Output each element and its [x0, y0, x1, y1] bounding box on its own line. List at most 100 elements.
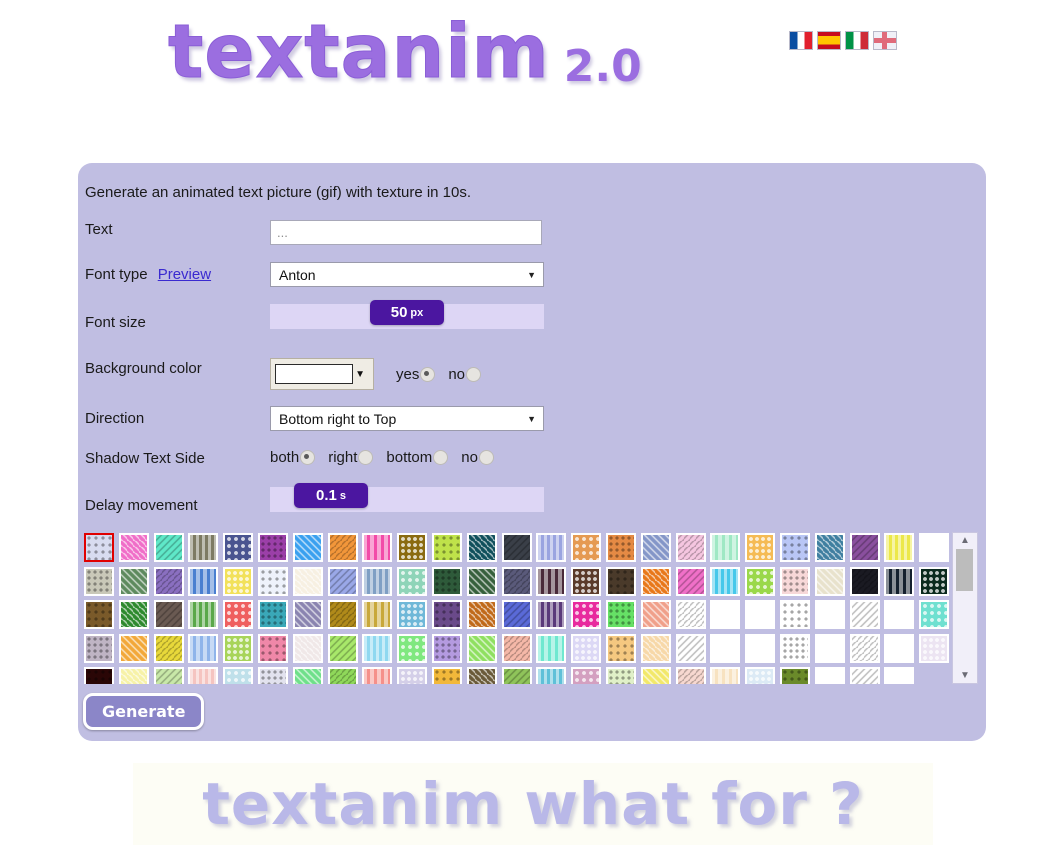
texture-swatch[interactable]	[640, 566, 671, 596]
radio-no-icon[interactable]	[478, 450, 494, 465]
texture-swatch[interactable]	[849, 667, 880, 684]
texture-swatch[interactable]	[118, 633, 149, 663]
texture-swatch[interactable]	[745, 533, 776, 562]
texture-swatch[interactable]	[466, 566, 497, 596]
texture-swatch[interactable]	[257, 633, 288, 663]
texture-swatch[interactable]	[849, 600, 880, 629]
radio-yes-icon[interactable]	[420, 366, 436, 382]
texture-swatch[interactable]	[919, 566, 950, 596]
texture-swatch[interactable]	[257, 533, 288, 562]
texture-swatch[interactable]	[188, 533, 219, 562]
texture-swatch[interactable]	[779, 533, 810, 562]
texture-swatch[interactable]	[118, 600, 149, 629]
texture-swatch[interactable]	[640, 533, 671, 562]
scrollbar-thumb[interactable]	[956, 549, 973, 591]
texture-swatch[interactable]	[501, 533, 532, 562]
texture-swatch[interactable]	[884, 533, 915, 562]
texture-swatch[interactable]	[362, 566, 393, 596]
texture-swatch[interactable]	[327, 533, 358, 562]
texture-swatch[interactable]	[501, 667, 532, 684]
texture-swatch[interactable]	[84, 566, 114, 596]
texture-swatch[interactable]	[292, 600, 323, 629]
texture-swatch[interactable]	[327, 600, 358, 629]
background-color-option-yes[interactable]: yes	[396, 366, 436, 383]
texture-swatch[interactable]	[884, 667, 915, 684]
texture-swatch[interactable]	[501, 633, 532, 663]
texture-swatch[interactable]	[397, 566, 428, 596]
texture-swatch[interactable]	[327, 633, 358, 663]
background-color-option-no[interactable]: no	[448, 366, 482, 383]
texture-swatch[interactable]	[814, 533, 845, 562]
texture-swatch[interactable]	[466, 667, 497, 684]
texture-swatch[interactable]	[884, 600, 915, 629]
texture-swatch[interactable]	[397, 633, 428, 663]
delay-movement-slider-thumb[interactable]: 0.1 s	[294, 483, 368, 508]
texture-swatch[interactable]	[362, 667, 393, 684]
texture-swatch[interactable]	[466, 533, 497, 562]
texture-swatch[interactable]	[84, 533, 114, 562]
font-type-select[interactable]: Anton ▼	[270, 262, 544, 287]
texture-swatch[interactable]	[675, 600, 706, 629]
texture-swatch[interactable]	[745, 566, 776, 596]
texture-swatch[interactable]	[710, 566, 741, 596]
radio-bottom-icon[interactable]	[433, 450, 449, 465]
texture-swatch[interactable]	[118, 566, 149, 596]
texture-swatch[interactable]	[362, 633, 393, 663]
texture-swatch[interactable]	[292, 667, 323, 684]
texture-swatch[interactable]	[292, 633, 323, 663]
shadow-option-bottom[interactable]: bottom	[386, 449, 449, 466]
texture-swatch[interactable]	[466, 633, 497, 663]
texture-swatch[interactable]	[327, 566, 358, 596]
texture-swatch[interactable]	[710, 667, 741, 684]
texture-swatch[interactable]	[849, 633, 880, 663]
texture-swatch[interactable]	[327, 667, 358, 684]
texture-swatch[interactable]	[536, 533, 567, 562]
radio-no-icon[interactable]	[466, 366, 482, 382]
texture-swatch[interactable]	[153, 600, 184, 629]
texture-swatch[interactable]	[571, 566, 602, 596]
direction-select[interactable]: Bottom right to Top ▼	[270, 406, 544, 431]
texture-swatch[interactable]	[675, 533, 706, 562]
font-size-slider-thumb[interactable]: 50 px	[370, 300, 444, 325]
texture-swatch[interactable]	[814, 633, 845, 663]
texture-swatch[interactable]	[779, 600, 810, 629]
texture-swatch[interactable]	[640, 600, 671, 629]
flag-france-icon[interactable]	[789, 31, 813, 50]
texture-swatch[interactable]	[605, 600, 636, 629]
scroll-up-icon[interactable]: ▲	[960, 533, 970, 548]
font-size-slider[interactable]: 50 px	[270, 300, 544, 329]
texture-swatch[interactable]	[153, 566, 184, 596]
texture-swatch[interactable]	[223, 566, 254, 596]
texture-swatch[interactable]	[536, 600, 567, 629]
texture-scrollbar[interactable]: ▲ ▼	[952, 532, 978, 684]
delay-movement-slider[interactable]: 0.1 s	[270, 483, 544, 512]
texture-swatch[interactable]	[919, 633, 950, 663]
texture-swatch[interactable]	[153, 667, 184, 684]
texture-swatch[interactable]	[153, 533, 184, 562]
texture-swatch[interactable]	[223, 667, 254, 684]
texture-swatch[interactable]	[745, 667, 776, 684]
texture-swatch[interactable]	[223, 633, 254, 663]
texture-swatch[interactable]	[849, 566, 880, 596]
texture-swatch[interactable]	[223, 533, 254, 562]
shadow-option-both[interactable]: both	[270, 449, 316, 466]
texture-swatch[interactable]	[571, 600, 602, 629]
texture-swatch[interactable]	[536, 566, 567, 596]
texture-swatch[interactable]	[814, 600, 845, 629]
texture-swatch[interactable]	[397, 600, 428, 629]
texture-swatch[interactable]	[710, 633, 741, 663]
texture-swatch[interactable]	[118, 667, 149, 684]
generate-button[interactable]: Generate	[83, 693, 205, 730]
texture-swatch[interactable]	[640, 667, 671, 684]
texture-swatch[interactable]	[84, 667, 114, 684]
texture-swatch[interactable]	[257, 667, 288, 684]
texture-swatch[interactable]	[188, 566, 219, 596]
texture-swatch[interactable]	[745, 600, 776, 629]
texture-swatch[interactable]	[292, 566, 323, 596]
texture-swatch[interactable]	[605, 566, 636, 596]
texture-grid[interactable]	[82, 531, 952, 684]
texture-swatch[interactable]	[745, 633, 776, 663]
texture-swatch[interactable]	[605, 633, 636, 663]
texture-swatch[interactable]	[431, 633, 462, 663]
texture-swatch[interactable]	[675, 566, 706, 596]
